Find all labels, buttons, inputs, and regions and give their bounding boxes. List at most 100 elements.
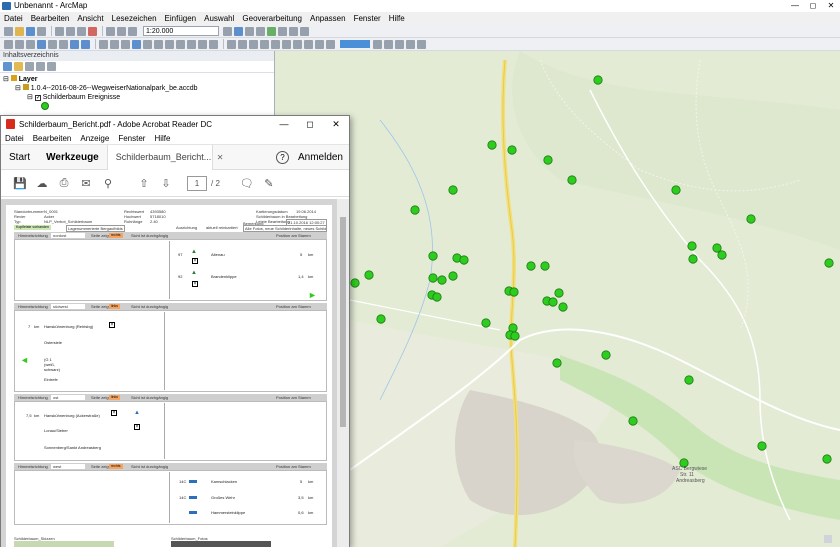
maximize-icon[interactable]: ◻ — [804, 0, 822, 12]
print-icon[interactable] — [37, 26, 46, 36]
schilderbaum-point[interactable] — [487, 140, 497, 150]
menu-anpassen[interactable]: Anpassen — [310, 14, 346, 23]
schilderbaum-point[interactable] — [717, 250, 727, 260]
menu-anzeige[interactable]: Anzeige — [80, 134, 109, 143]
signin-button[interactable]: Anmelden — [298, 145, 343, 170]
list-by-drawing-order-icon[interactable] — [3, 62, 12, 71]
html-popup-icon[interactable] — [154, 39, 163, 49]
arctoolbox-icon[interactable] — [267, 26, 276, 36]
clear-selection-icon[interactable] — [110, 39, 119, 49]
schilderbaum-point[interactable] — [757, 441, 767, 451]
menu-bearbeiten[interactable]: Bearbeiten — [33, 134, 72, 143]
menu-auswahl[interactable]: Auswahl — [204, 14, 234, 23]
schilderbaum-point[interactable] — [448, 271, 458, 281]
fixed-zoom-out-icon[interactable] — [59, 39, 68, 49]
tab-werkzeuge[interactable]: Werkzeuge — [38, 145, 107, 170]
schilderbaum-point[interactable] — [684, 375, 694, 385]
layout-tool-icon[interactable] — [373, 39, 382, 49]
schilderbaum-point[interactable] — [628, 416, 638, 426]
scrollbar-thumb[interactable] — [340, 217, 346, 427]
layout-tool-icon[interactable] — [315, 39, 324, 49]
editor-icon[interactable] — [223, 26, 232, 36]
toc-root[interactable]: ⊟ Layer — [3, 75, 274, 84]
schilderbaum-point[interactable] — [364, 270, 374, 280]
schilderbaum-point[interactable] — [593, 75, 603, 85]
schilderbaum-point[interactable] — [507, 145, 517, 155]
layout-zoom-select[interactable] — [340, 40, 370, 48]
schilderbaum-point[interactable] — [432, 292, 442, 302]
toc-window-icon[interactable] — [234, 26, 243, 36]
schilderbaum-point[interactable] — [543, 155, 553, 165]
tab-document[interactable]: Schilderbaum_Bericht... — [106, 144, 213, 170]
search-icon[interactable]: ⚲ — [97, 177, 119, 190]
schilderbaum-point[interactable] — [350, 278, 360, 288]
schilderbaum-point[interactable] — [687, 241, 697, 251]
measure-icon[interactable] — [165, 39, 174, 49]
close-icon[interactable]: ✕ — [822, 0, 840, 12]
options-icon[interactable] — [47, 62, 56, 71]
cut-icon[interactable] — [55, 26, 64, 36]
route-icon[interactable] — [187, 39, 196, 49]
schilderbaum-point[interactable] — [459, 255, 469, 265]
layout-tool-icon[interactable] — [417, 39, 426, 49]
layout-tool-icon[interactable] — [293, 39, 302, 49]
menu-lesezeichen[interactable]: Lesezeichen — [112, 14, 157, 23]
help-icon[interactable] — [300, 26, 309, 36]
schilderbaum-point[interactable] — [428, 251, 438, 261]
layout-tool-icon[interactable] — [395, 39, 404, 49]
list-by-visibility-icon[interactable] — [25, 62, 34, 71]
paste-icon[interactable] — [77, 26, 86, 36]
schilderbaum-point[interactable] — [558, 302, 568, 312]
layout-tool-icon[interactable] — [282, 39, 291, 49]
schilderbaum-point[interactable] — [822, 454, 832, 464]
comment-icon[interactable]: 🗨 — [236, 177, 258, 190]
menu-datei[interactable]: Datei — [5, 134, 24, 143]
layout-tool-icon[interactable] — [260, 39, 269, 49]
upload-icon[interactable]: ☁ — [31, 177, 53, 190]
schilderbaum-point[interactable] — [509, 287, 519, 297]
copy-icon[interactable] — [66, 26, 75, 36]
pan-icon[interactable] — [26, 39, 35, 49]
python-icon[interactable] — [278, 26, 287, 36]
layout-tool-icon[interactable] — [384, 39, 393, 49]
time-slider-icon[interactable] — [209, 39, 218, 49]
menu-ansicht[interactable]: Ansicht — [77, 14, 103, 23]
schilderbaum-point[interactable] — [428, 273, 438, 283]
menu-hilfe[interactable]: Hilfe — [154, 134, 170, 143]
menu-fenster[interactable]: Fenster — [354, 14, 381, 23]
layout-tool-icon[interactable] — [227, 39, 236, 49]
schilderbaum-point[interactable] — [481, 318, 491, 328]
zoom-in-icon[interactable] — [4, 39, 13, 49]
minimize-icon[interactable]: — — [271, 116, 297, 133]
menu-bearbeiten[interactable]: Bearbeiten — [31, 14, 70, 23]
full-extent-icon[interactable] — [37, 39, 46, 49]
save-icon[interactable] — [26, 26, 35, 36]
layout-tool-icon[interactable] — [271, 39, 280, 49]
find-icon[interactable] — [176, 39, 185, 49]
schilderbaum-point[interactable] — [526, 261, 536, 271]
email-icon[interactable]: ✉ — [75, 177, 97, 190]
toc-layer[interactable]: ⊟ ✓ Schilderbaum Ereignisse — [3, 93, 274, 102]
schilderbaum-point[interactable] — [671, 185, 681, 195]
tab-start[interactable]: Start — [1, 145, 38, 170]
menu-fenster[interactable]: Fenster — [118, 134, 145, 143]
model-builder-icon[interactable] — [289, 26, 298, 36]
close-icon[interactable]: ✕ — [323, 116, 349, 133]
help-icon[interactable]: ? — [276, 151, 289, 164]
schilderbaum-point[interactable] — [554, 288, 564, 298]
draw-icon[interactable]: ✎ — [258, 177, 280, 190]
schilderbaum-point[interactable] — [510, 331, 520, 341]
goto-xy-icon[interactable] — [198, 39, 207, 49]
schilderbaum-point[interactable] — [548, 297, 558, 307]
close-tab-icon[interactable]: ✕ — [217, 153, 224, 162]
schilderbaum-point[interactable] — [437, 275, 447, 285]
schilderbaum-point[interactable] — [376, 314, 386, 324]
layout-tool-icon[interactable] — [304, 39, 313, 49]
open-icon[interactable] — [15, 26, 24, 36]
new-icon[interactable] — [4, 26, 13, 36]
fixed-zoom-in-icon[interactable] — [48, 39, 57, 49]
hyperlink-icon[interactable] — [143, 39, 152, 49]
vertical-scrollbar[interactable] — [337, 199, 349, 547]
layer-checkbox[interactable]: ✓ — [34, 95, 41, 101]
toc-database[interactable]: ⊟ 1.0.4--2016-08-26--WegweiserNationalpa… — [3, 84, 274, 93]
